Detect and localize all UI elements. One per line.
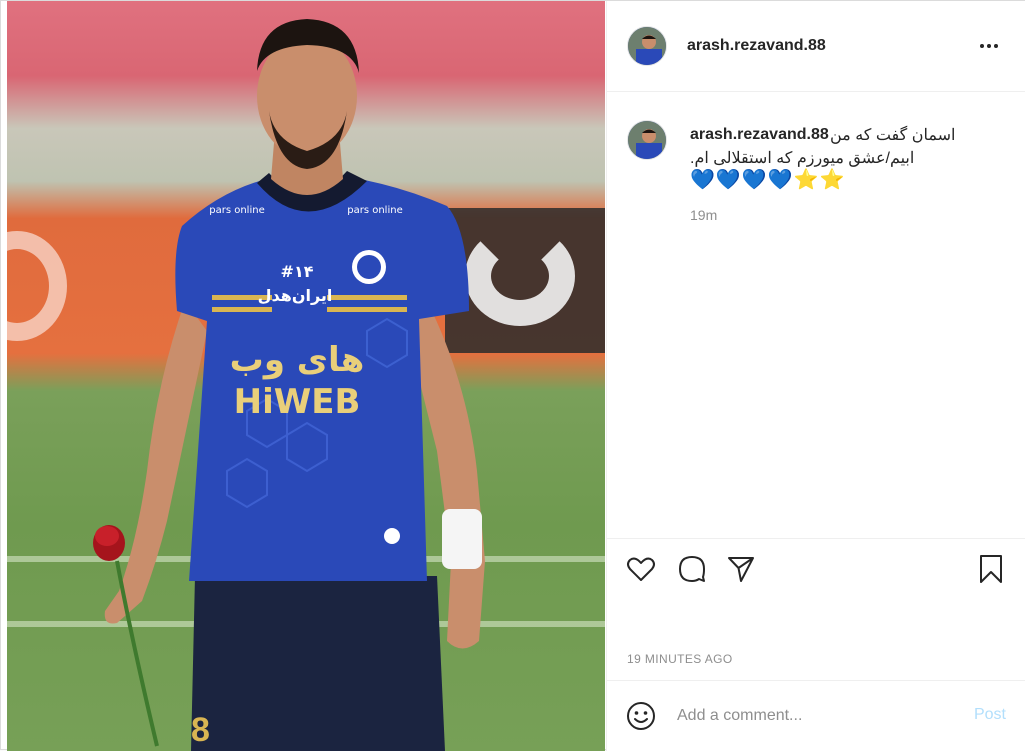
- comment-timestamp[interactable]: 19m: [690, 207, 717, 223]
- stars-emoji: ⭐⭐: [793, 169, 846, 191]
- svg-text:8: 8: [191, 711, 210, 749]
- bookmark-icon[interactable]: [975, 553, 1007, 585]
- jersey-sleeve-brand-right: pars online: [347, 205, 402, 216]
- avatar[interactable]: [627, 26, 667, 66]
- share-icon[interactable]: [725, 553, 757, 585]
- jersey-brand: ایران‌هدل: [258, 286, 333, 305]
- caption-emojis: 💙💙💙💙⭐⭐: [690, 167, 845, 192]
- blue-hearts-emoji: 💙💙💙💙: [690, 169, 794, 191]
- comment-input[interactable]: [677, 702, 957, 730]
- post-button[interactable]: Post: [974, 706, 1006, 724]
- post-window: 8 های وب HiWEB #۱۴ ایران‌هدل pars online: [0, 0, 1025, 751]
- caption-line-1: اسمان گفت که من: [830, 127, 956, 144]
- heart-icon[interactable]: [625, 553, 657, 585]
- action-bar: [607, 538, 1025, 598]
- jersey-sponsor-fa: های وب: [230, 340, 365, 380]
- more-options-icon[interactable]: [974, 36, 1004, 56]
- smiley-icon[interactable]: [625, 700, 657, 732]
- jersey-sleeve-brand-left: pars online: [209, 205, 264, 216]
- avatar[interactable]: [627, 120, 667, 160]
- caption-line-2: .ابیم/عشق میورزم که استقلالی ام: [690, 150, 915, 167]
- post-photo[interactable]: 8 های وب HiWEB #۱۴ ایران‌هدل pars online: [7, 1, 605, 751]
- header-username[interactable]: arash.rezavand.88: [687, 37, 826, 55]
- add-comment-bar: Post: [607, 680, 1025, 751]
- post-side-panel: arash.rezavand.88 arash.rezavand.88 اسما…: [606, 1, 1025, 751]
- player-figure: 8 های وب HiWEB #۱۴ ایران‌هدل pars online: [93, 19, 485, 751]
- jersey-number: #۱۴: [281, 262, 314, 281]
- post-header: arash.rezavand.88: [607, 1, 1025, 92]
- caption-comment: arash.rezavand.88 اسمان گفت که من .ابیم/…: [607, 93, 1025, 538]
- comment-icon[interactable]: [676, 553, 708, 585]
- comment-username[interactable]: arash.rezavand.88: [690, 126, 829, 144]
- post-time-ago[interactable]: 19 MINUTES AGO: [627, 652, 733, 666]
- jersey-sponsor-en: HiWEB: [234, 382, 361, 422]
